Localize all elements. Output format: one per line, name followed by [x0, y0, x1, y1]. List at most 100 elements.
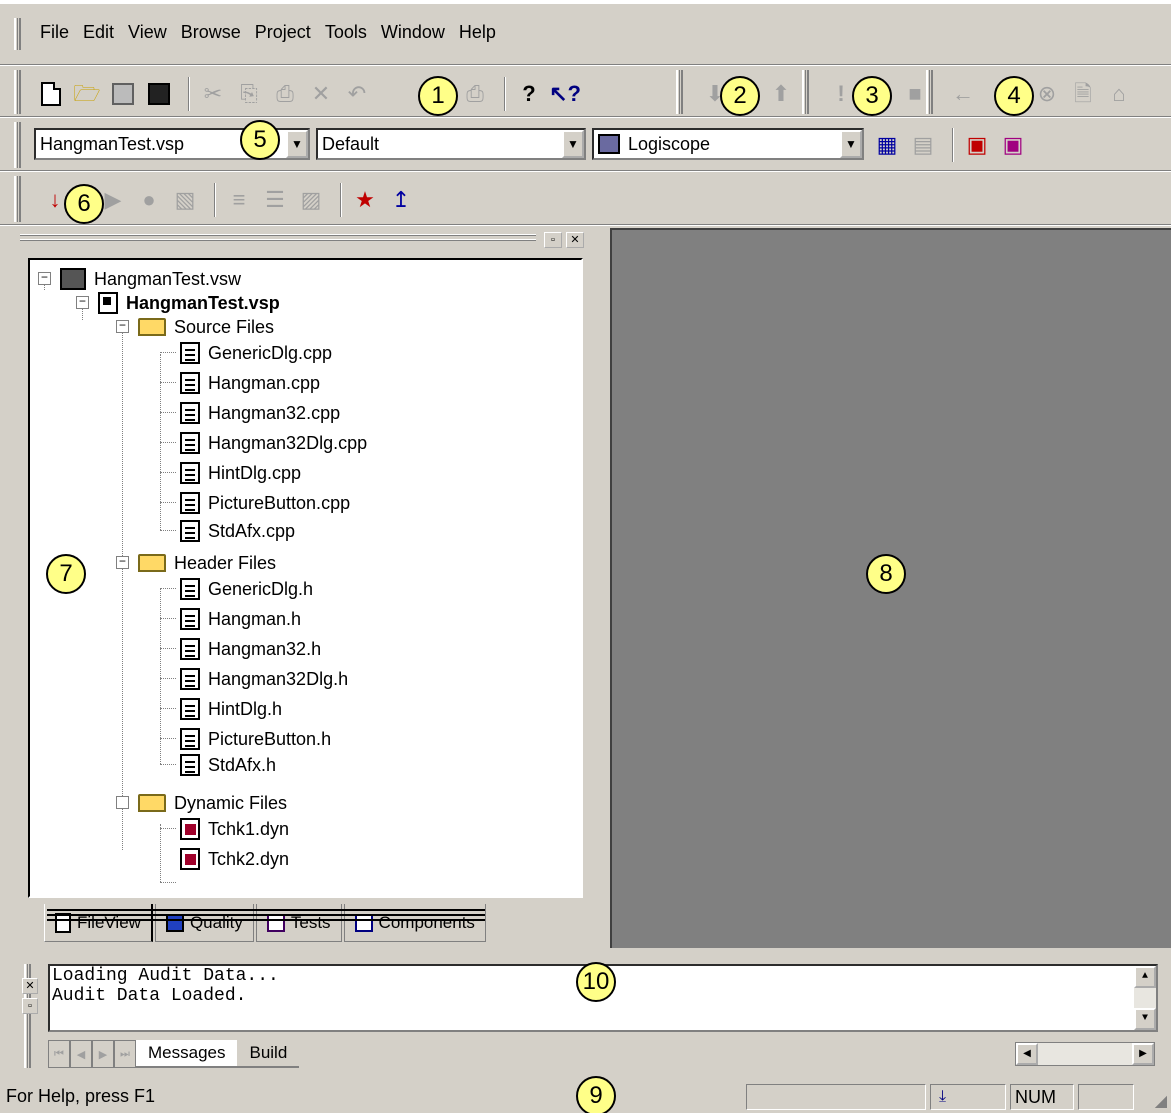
tree-file[interactable]: Hangman.h — [180, 606, 301, 632]
tree-file[interactable]: HintDlg.h — [180, 696, 282, 722]
tree-file[interactable]: GenericDlg.cpp — [180, 340, 332, 366]
cut-icon[interactable]: ✂ — [198, 79, 228, 109]
tree-label: PictureButton.h — [208, 728, 332, 749]
tool-combo[interactable]: Logiscope ▼ — [592, 128, 864, 160]
tree-file[interactable]: Tchk2.dyn — [180, 846, 289, 872]
scroll-down-icon[interactable]: ▼ — [1134, 1008, 1156, 1030]
open-folder-icon[interactable]: 🗁 — [72, 79, 102, 109]
chevron-down-icon[interactable]: ▼ — [562, 130, 584, 158]
expand-toggle[interactable] — [116, 796, 129, 809]
restore-icon[interactable]: ▫ — [22, 998, 38, 1014]
delete-icon[interactable]: ✕ — [306, 79, 336, 109]
menu-view[interactable]: View — [121, 22, 174, 43]
upload-icon[interactable]: ↥ — [386, 185, 416, 215]
standard-toolbar-grip[interactable] — [14, 70, 21, 114]
close-icon[interactable]: ✕ — [566, 232, 584, 248]
tree-file[interactable]: PictureButton.cpp — [180, 490, 350, 516]
test-report-icon[interactable]: ▣ — [962, 130, 992, 160]
first-tab-icon[interactable]: ⏮ — [48, 1040, 70, 1068]
tab-fileview[interactable]: FileView — [44, 904, 153, 942]
components-icon — [354, 913, 373, 932]
tab-messages[interactable]: Messages — [136, 1040, 238, 1068]
save-all-icon[interactable] — [144, 79, 174, 109]
tree-folder[interactable]: Source Files — [138, 314, 274, 340]
save-icon[interactable] — [108, 79, 138, 109]
page-icon[interactable]: 🗎 — [1068, 79, 1098, 109]
component-report-icon[interactable]: ▣ — [998, 130, 1028, 160]
tree-file[interactable]: PictureButton.h — [180, 726, 331, 752]
run-toolbar-grip[interactable] — [802, 70, 809, 114]
instrument-icon[interactable]: ★ — [350, 185, 380, 215]
tree-workspace[interactable]: HangmanTest.vsw — [60, 266, 241, 292]
tree-file[interactable]: Hangman.cpp — [180, 370, 320, 396]
tree-folder[interactable]: Dynamic Files — [138, 790, 287, 816]
menu-help[interactable]: Help — [452, 22, 503, 43]
chevron-down-icon[interactable]: ▼ — [840, 130, 862, 158]
workspace-caption[interactable]: ▫ ✕ — [14, 228, 596, 252]
caption-line — [20, 234, 536, 236]
watch-icon[interactable]: ▧ — [170, 185, 200, 215]
collapse-toggle[interactable]: − — [116, 556, 129, 569]
collapse-toggle[interactable]: − — [116, 320, 129, 333]
back-icon[interactable]: ← — [948, 79, 978, 109]
tree-file[interactable]: GenericDlg.h — [180, 576, 313, 602]
restore-icon[interactable]: ▫ — [544, 232, 562, 248]
undo-icon[interactable]: ↶ — [342, 79, 372, 109]
tree-file[interactable]: StdAfx.h — [180, 752, 276, 778]
info-icon[interactable]: ▨ — [296, 185, 326, 215]
print-icon[interactable]: ⎙ — [460, 79, 490, 109]
collapse-toggle[interactable]: − — [38, 272, 51, 285]
collapse-toggle[interactable]: − — [76, 296, 89, 309]
breakpoint-icon[interactable]: ● — [134, 185, 164, 215]
menu-browse[interactable]: Browse — [174, 22, 248, 43]
copy-icon[interactable]: ⎘ — [234, 79, 264, 109]
menu-file[interactable]: File — [40, 22, 76, 43]
menu-tools[interactable]: Tools — [318, 22, 374, 43]
last-tab-icon[interactable]: ⏭ — [114, 1040, 136, 1068]
tree-file[interactable]: StdAfx.cpp — [180, 518, 295, 544]
config-combo[interactable]: Default ▼ — [316, 128, 586, 160]
tree-file[interactable]: Hangman32Dlg.h — [180, 666, 348, 692]
menu-window[interactable]: Window — [374, 22, 452, 43]
scroll-up-icon[interactable]: ▲ — [1134, 966, 1156, 988]
menu-project[interactable]: Project — [248, 22, 318, 43]
scroll-left-icon[interactable]: ◀ — [1016, 1043, 1038, 1065]
next-tab-icon[interactable]: ▶ — [92, 1040, 114, 1068]
file-icon — [180, 578, 200, 600]
close-icon[interactable]: ✕ — [22, 978, 38, 994]
toolbar-separator — [188, 77, 190, 111]
project-toolbar-grip[interactable] — [14, 122, 21, 168]
horizontal-scrollbar[interactable]: ◀ ▶ — [1015, 1042, 1155, 1066]
tree-file[interactable]: Hangman32.cpp — [180, 400, 340, 426]
tree-folder[interactable]: Header Files — [138, 550, 276, 576]
tree-project[interactable]: HangmanTest.vsp — [98, 290, 280, 316]
callout-3: 3 — [852, 76, 892, 116]
browser-toolbar-grip[interactable] — [926, 70, 933, 114]
home-icon[interactable]: ⌂ — [1104, 79, 1134, 109]
vertical-scrollbar[interactable]: ▲ ▼ — [1134, 966, 1156, 1030]
menu-edit[interactable]: Edit — [76, 22, 121, 43]
menubar-grip[interactable] — [14, 18, 21, 50]
tree-file[interactable]: Hangman32.h — [180, 636, 321, 662]
list-icon[interactable]: ☰ — [260, 185, 290, 215]
tree-file[interactable]: Hangman32Dlg.cpp — [180, 430, 367, 456]
context-help-icon[interactable]: ↖? — [549, 79, 581, 109]
new-file-icon[interactable] — [36, 79, 66, 109]
up-arrow-icon[interactable]: ⬆ — [766, 79, 796, 109]
nav-toolbar-grip[interactable] — [676, 70, 683, 114]
tree-file[interactable]: HintDlg.cpp — [180, 460, 301, 486]
tree-file[interactable]: Tchk1.dyn — [180, 816, 289, 842]
file-icon — [180, 668, 200, 690]
card-icon[interactable]: ▤ — [908, 130, 938, 160]
help-icon[interactable]: ? — [514, 79, 544, 109]
debug-toolbar-grip[interactable] — [14, 176, 21, 222]
resize-grip-icon[interactable]: ◢ — [1155, 1091, 1167, 1111]
paste-icon[interactable]: ⎙ — [270, 79, 300, 109]
prev-tab-icon[interactable]: ◀ — [70, 1040, 92, 1068]
scroll-right-icon[interactable]: ▶ — [1132, 1043, 1154, 1065]
step-icon[interactable]: ≡ — [224, 185, 254, 215]
chevron-down-icon[interactable]: ▼ — [286, 130, 308, 158]
tab-build[interactable]: Build — [237, 1040, 300, 1068]
refresh-icon[interactable]: ⊗ — [1032, 79, 1062, 109]
grid-icon[interactable]: ▦ — [872, 130, 902, 160]
